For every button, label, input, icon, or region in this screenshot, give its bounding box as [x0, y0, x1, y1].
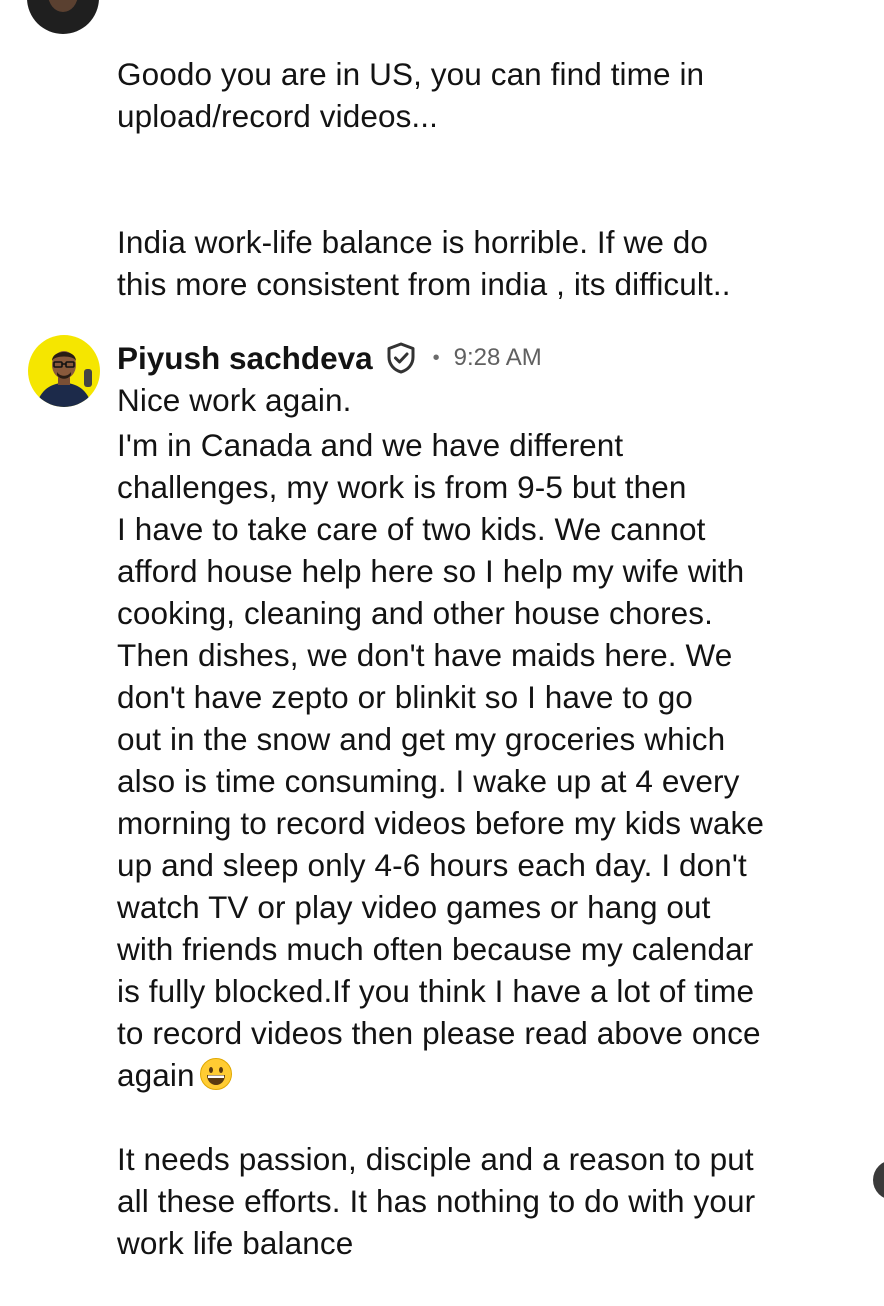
- reply-author-avatar[interactable]: [28, 335, 100, 407]
- commenter-avatar[interactable]: [27, 0, 99, 34]
- reply-author-name[interactable]: Piyush sachdeva: [117, 340, 373, 377]
- reply-paragraph: It needs passion, disciple and a reason …: [117, 1141, 756, 1261]
- verified-badge-icon: [385, 342, 417, 374]
- reply-body-main: I'm in Canada and we have different chal…: [117, 427, 764, 1093]
- meta-separator: •: [432, 346, 440, 369]
- reply-timestamp: 9:28 AM: [453, 344, 542, 371]
- grinning-face-icon: [199, 1057, 233, 1091]
- comment-paragraph: India work-life balance is horrible. If …: [117, 224, 731, 302]
- reply-header: Piyush sachdeva • 9:28 AM: [117, 336, 542, 380]
- comment-paragraph: Goodo you are in US, you can find time i…: [117, 56, 705, 134]
- reply-paragraph: I'm in Canada and we have different chal…: [117, 424, 867, 1096]
- floating-action-button[interactable]: [873, 1160, 884, 1200]
- reply-text: I'm in Canada and we have different chal…: [117, 382, 867, 1306]
